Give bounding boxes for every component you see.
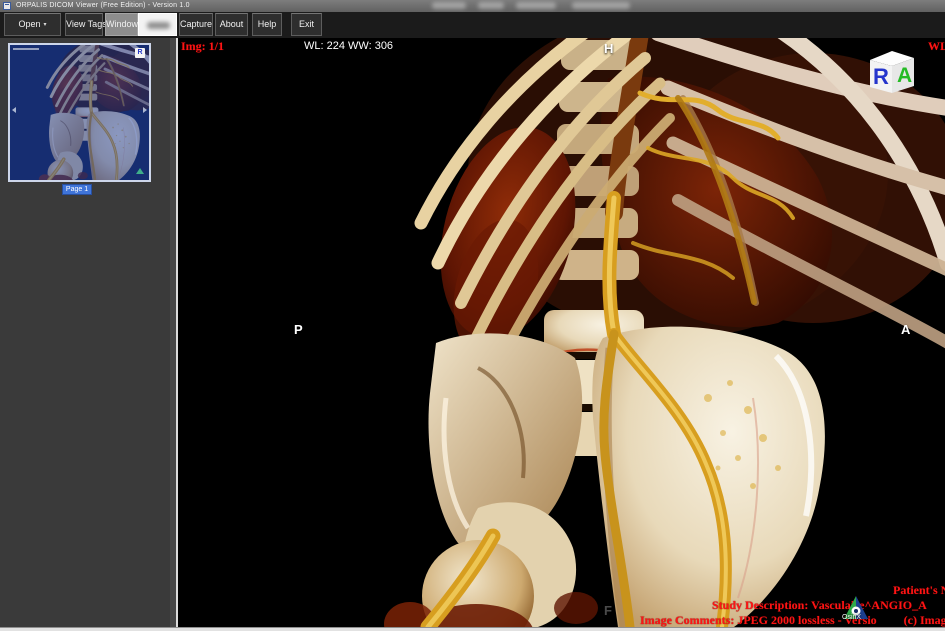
title-bar: ORPALIS DICOM Viewer (Free Edition) - Ve… xyxy=(0,0,945,12)
orientation-cube-icon[interactable]: R A xyxy=(862,46,920,94)
sidebar-scroll-track[interactable] xyxy=(170,38,176,627)
app-window: ORPALIS DICOM Viewer (Free Edition) - Ve… xyxy=(0,0,945,631)
thumbnail-orientation-cube-icon: R xyxy=(135,48,145,58)
patient-name-overlay: Patient's N xyxy=(893,583,945,598)
orientation-marker-h: H xyxy=(604,41,613,56)
cube-side-label: A xyxy=(897,64,912,87)
image-comments-tail: (c) Imag xyxy=(904,613,945,627)
redacted-blur xyxy=(147,22,170,29)
image-index-overlay: Img: 1/1 xyxy=(181,39,224,54)
orientation-marker-p: P xyxy=(294,322,303,337)
chevron-down-icon: ▾ xyxy=(44,22,47,28)
view-tags-button[interactable]: View Tags xyxy=(65,13,103,36)
dicom-viewport[interactable]: Img: 1/1 WL: 224 WW: 306 WL H P A F R A … xyxy=(178,38,945,627)
redacted-blur xyxy=(572,2,630,9)
thumbnail-right-arrow-icon xyxy=(143,107,147,113)
help-button[interactable]: Help xyxy=(252,13,282,36)
window-button[interactable]: Window xyxy=(105,13,138,36)
series-thumbnail[interactable]: R xyxy=(8,43,151,182)
page-label[interactable]: Page 1 xyxy=(62,184,92,195)
cube-front-label: R xyxy=(873,64,889,89)
thumbnail-blue-tint xyxy=(10,45,149,180)
thumbnail-sidebar: R Page 1 xyxy=(0,38,178,627)
thumbnail-overlay-text xyxy=(13,48,39,50)
osirix-logo-label: OsiriX xyxy=(842,614,861,621)
redacted-blur xyxy=(516,2,556,9)
thumbnail-osirix-icon xyxy=(136,168,144,174)
redacted-blur xyxy=(478,2,504,9)
window-level-overlay: WL: 224 WW: 306 xyxy=(304,40,393,52)
window-bottom-border xyxy=(0,627,945,631)
open-button[interactable]: Open ▾ xyxy=(4,13,61,36)
study-description-overlay: Study Description: Vasculaire^ANGIO_A xyxy=(712,598,927,613)
capture-button[interactable]: Capture xyxy=(179,13,213,36)
redacted-button[interactable] xyxy=(138,13,177,36)
osirix-logo-icon: OsiriX xyxy=(841,594,873,627)
about-button[interactable]: About xyxy=(215,13,248,36)
thumbnail-left-arrow-icon xyxy=(12,107,16,113)
exit-button[interactable]: Exit xyxy=(291,13,322,36)
redacted-blur xyxy=(432,2,466,9)
app-icon xyxy=(3,2,11,10)
open-button-label: Open xyxy=(18,19,40,29)
orientation-marker-f: F xyxy=(604,603,612,618)
image-comments-overlay: Image Comments: JPEG 2000 lossless - Ver… xyxy=(640,613,945,627)
orientation-marker-a: A xyxy=(901,322,910,337)
window-title: ORPALIS DICOM Viewer (Free Edition) - Ve… xyxy=(16,2,190,9)
toolbar: Open ▾ View Tags Window Capture About Hel… xyxy=(0,12,945,38)
top-right-clipped-overlay: WL xyxy=(928,39,945,54)
